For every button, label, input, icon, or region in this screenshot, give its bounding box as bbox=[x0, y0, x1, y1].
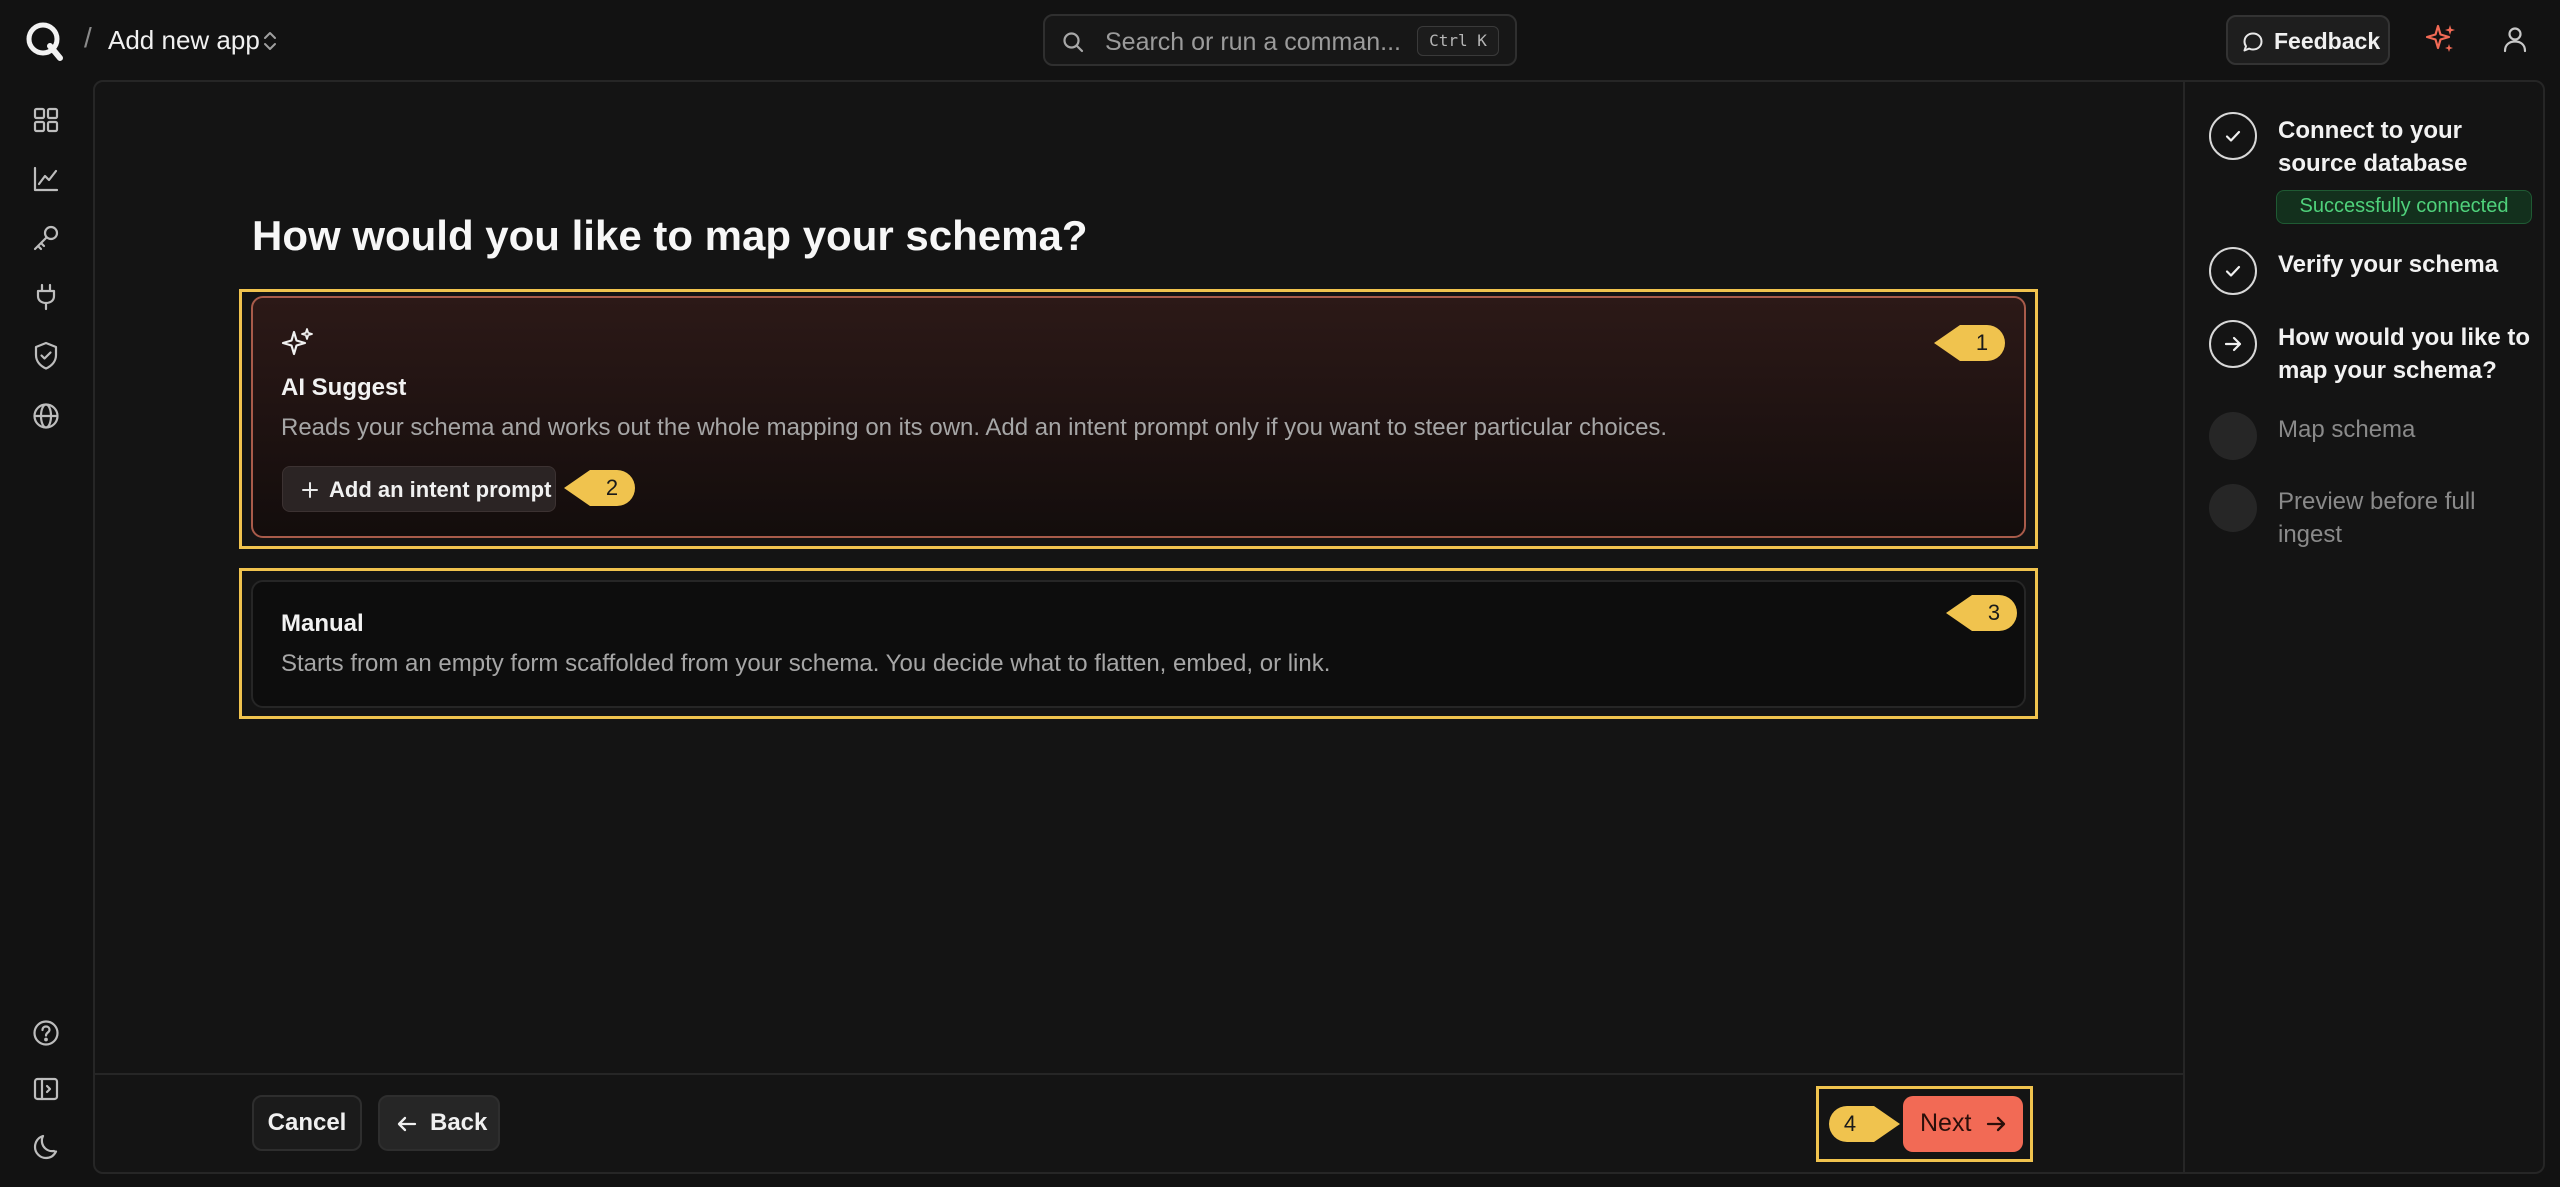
annotation-badge-4: 4 bbox=[1826, 1103, 1900, 1145]
add-intent-prompt-button[interactable]: Add an intent prompt bbox=[282, 466, 556, 512]
chat-bubble-icon bbox=[2242, 31, 2264, 53]
page-title: How would you like to map your schema? bbox=[252, 212, 1088, 259]
step-2-check-icon bbox=[2209, 247, 2257, 295]
breadcrumb-separator: / bbox=[84, 22, 92, 53]
step-4-pending-icon bbox=[2209, 412, 2257, 460]
ai-suggest-title: AI Suggest bbox=[281, 374, 407, 401]
back-label: Back bbox=[430, 1109, 488, 1136]
manual-option-card[interactable]: Manual Starts from an empty form scaffol… bbox=[251, 580, 2026, 708]
step-2-label: Verify your schema bbox=[2278, 251, 2499, 278]
feedback-label: Feedback bbox=[2274, 28, 2381, 54]
shield-icon[interactable] bbox=[30, 340, 62, 372]
step-1-label: Connect to your source database bbox=[2278, 117, 2468, 177]
step-3-label: How would you like to map your schema? bbox=[2278, 324, 2530, 384]
ai-suggest-option-card[interactable]: AI Suggest Reads your schema and works o… bbox=[251, 296, 2026, 538]
step-4-label: Map schema bbox=[2278, 416, 2416, 443]
manual-title: Manual bbox=[281, 610, 364, 637]
wizard-steps-panel bbox=[2183, 80, 2545, 1174]
plug-icon[interactable] bbox=[30, 281, 62, 313]
step-1-check-icon bbox=[2209, 112, 2257, 160]
user-icon[interactable] bbox=[2500, 24, 2530, 54]
step-5-label: Preview before full ingest bbox=[2278, 488, 2476, 548]
annotation-badge-2: 2 bbox=[564, 467, 638, 509]
step-3-arrow-icon bbox=[2209, 320, 2257, 368]
key-icon[interactable] bbox=[30, 222, 62, 254]
connection-status-badge: Successfully connected bbox=[2276, 190, 2532, 224]
search-icon bbox=[1061, 30, 1085, 54]
next-button[interactable]: Next bbox=[1903, 1096, 2023, 1152]
ai-sparkle-icon[interactable] bbox=[2424, 22, 2458, 56]
top-bar: / Add new app Search or run a comman... … bbox=[0, 0, 2560, 80]
chevron-up-down-icon[interactable] bbox=[262, 28, 278, 54]
sparkle-icon bbox=[281, 326, 315, 360]
logo-icon[interactable] bbox=[24, 20, 66, 62]
feedback-button[interactable]: Feedback bbox=[2226, 15, 2390, 65]
step-5-pending-icon bbox=[2209, 484, 2257, 532]
annotation-badge-1: 1 bbox=[1934, 322, 2008, 364]
help-icon[interactable] bbox=[30, 1017, 62, 1049]
next-label: Next bbox=[1920, 1109, 1972, 1137]
command-search-input[interactable]: Search or run a comman... Ctrl K bbox=[1043, 14, 1517, 66]
arrow-left-icon bbox=[396, 1113, 418, 1135]
chart-icon[interactable] bbox=[30, 163, 62, 195]
cancel-button[interactable]: Cancel bbox=[252, 1095, 362, 1151]
footer-divider bbox=[93, 1073, 2183, 1075]
manual-description: Starts from an empty form scaffolded fro… bbox=[281, 650, 1331, 677]
back-button[interactable]: Back bbox=[378, 1095, 500, 1151]
shortcut-hint: Ctrl K bbox=[1417, 26, 1499, 56]
ai-suggest-description: Reads your schema and works out the whol… bbox=[281, 414, 1668, 441]
app-title[interactable]: Add new app bbox=[108, 25, 260, 56]
globe-icon[interactable] bbox=[30, 400, 62, 432]
arrow-right-icon bbox=[1985, 1113, 2007, 1135]
search-placeholder: Search or run a comman... bbox=[1105, 28, 1401, 56]
moon-icon[interactable] bbox=[30, 1131, 62, 1163]
sidebar-toggle-icon[interactable] bbox=[30, 1073, 62, 1105]
annotation-badge-3: 3 bbox=[1946, 592, 2020, 634]
grid-icon[interactable] bbox=[30, 104, 62, 136]
add-intent-prompt-label: Add an intent prompt bbox=[329, 477, 552, 502]
plus-icon bbox=[301, 481, 319, 499]
